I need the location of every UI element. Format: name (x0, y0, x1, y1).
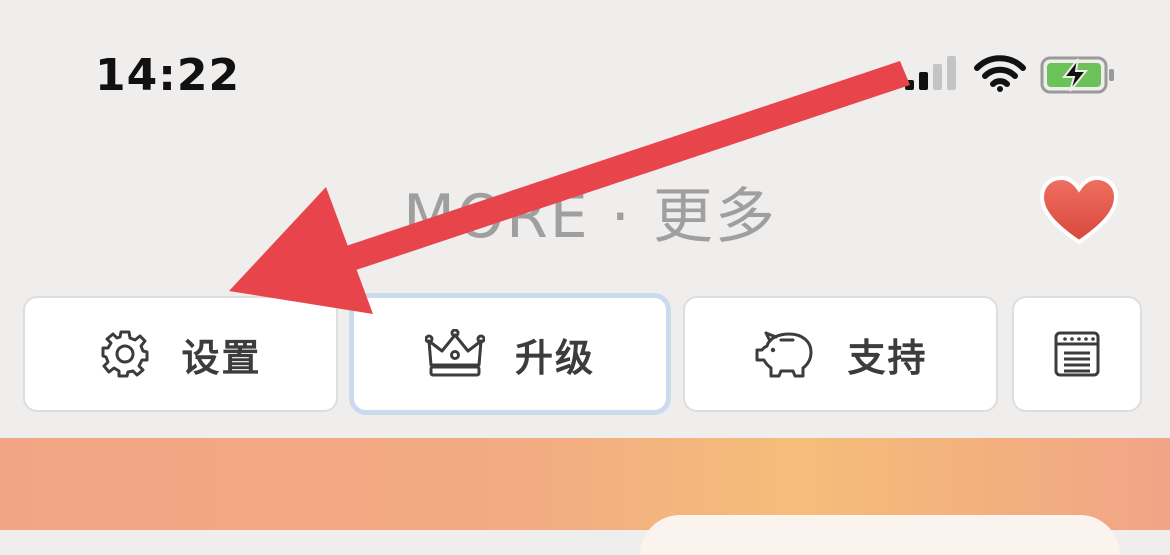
status-bar: 14:22 (0, 0, 1170, 150)
piggy-bank-icon (755, 331, 813, 378)
notes-button[interactable] (1012, 296, 1142, 412)
status-time: 14:22 (95, 50, 241, 101)
notepad-icon (1054, 331, 1100, 377)
page-title: MORE · 更多 (403, 182, 777, 252)
gear-icon (101, 330, 149, 378)
support-button[interactable]: 支持 (683, 296, 998, 412)
cellular-signal-icon (905, 56, 956, 90)
wifi-icon (974, 55, 1026, 92)
upgrade-label: 升级 (514, 335, 595, 380)
settings-label: 设置 (181, 335, 262, 380)
crown-icon (424, 329, 485, 377)
upgrade-button[interactable]: 升级 (352, 296, 668, 412)
banner-card (640, 515, 1120, 555)
heart-icon (1039, 175, 1119, 245)
support-label: 支持 (847, 335, 928, 380)
favorite-button[interactable] (1038, 175, 1120, 247)
battery-charging-icon (1040, 56, 1114, 94)
settings-button[interactable]: 设置 (23, 296, 338, 412)
